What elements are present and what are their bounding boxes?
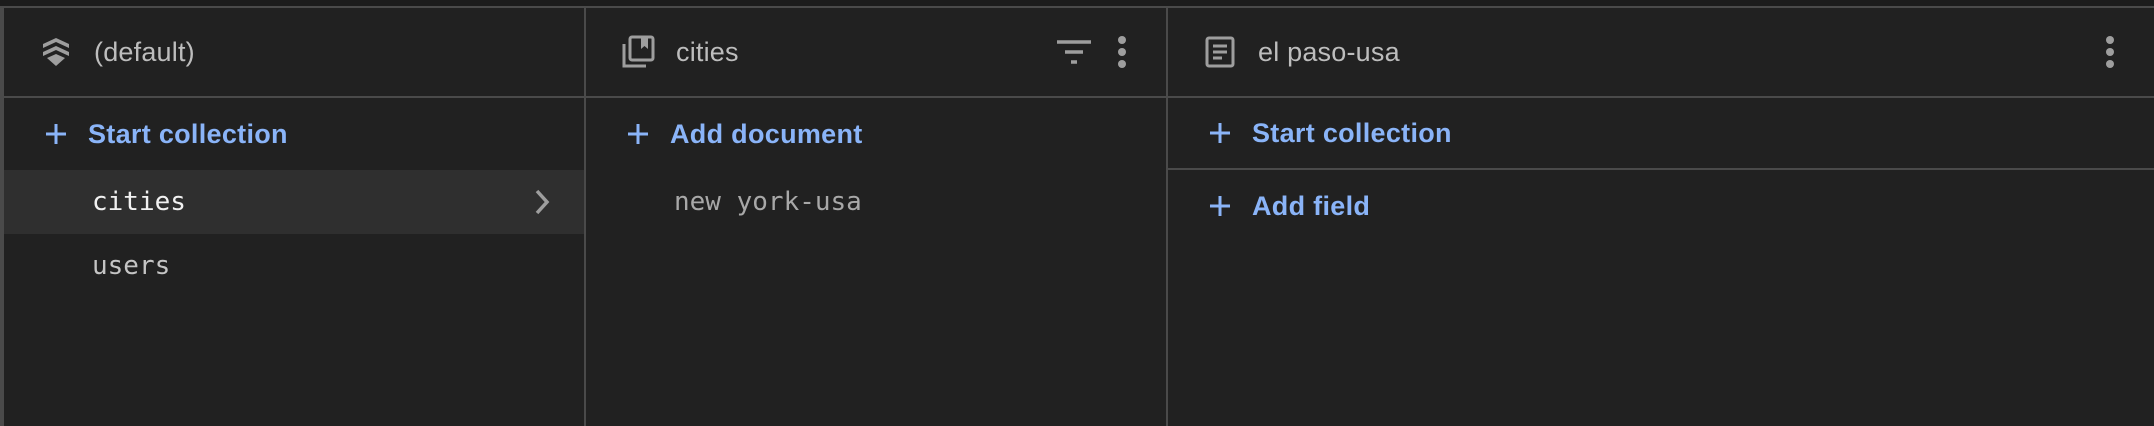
more-vert-icon[interactable] — [1098, 28, 1146, 76]
panel-title: cities — [676, 36, 739, 67]
document-label: new york-usa — [674, 187, 862, 217]
collection-item-cities[interactable]: cities — [4, 170, 584, 234]
chevron-right-icon — [530, 186, 554, 218]
start-collection-button[interactable]: Start collection — [4, 98, 584, 170]
add-document-label: Add document — [670, 118, 863, 149]
collection-header-actions — [1050, 8, 1146, 96]
collection-panel: cities Add document new york-usa — [584, 8, 1166, 426]
root-panel-header: (default) — [4, 8, 584, 98]
start-collection-label: Start collection — [1252, 117, 1452, 148]
collection-label: cities — [92, 187, 186, 217]
plus-icon — [42, 120, 70, 148]
firestore-stack-icon — [38, 34, 74, 70]
panel-title: el paso-usa — [1258, 36, 1400, 67]
top-divider — [0, 0, 2154, 8]
collection-label: users — [92, 251, 171, 281]
collection-panel-header: cities — [586, 8, 1166, 98]
collection-icon — [620, 34, 656, 70]
plus-icon — [1206, 119, 1234, 147]
start-collection-button[interactable]: Start collection — [1168, 98, 2154, 170]
document-panel-header: el paso-usa — [1168, 8, 2154, 98]
document-item-new-york-usa[interactable]: new york-usa — [586, 170, 1166, 234]
plus-icon — [624, 120, 652, 148]
document-header-actions — [2086, 8, 2134, 96]
panel-title: (default) — [94, 36, 195, 67]
plus-icon — [1206, 192, 1234, 220]
root-panel: (default) Start collection cities users — [0, 8, 584, 426]
document-icon — [1202, 34, 1238, 70]
document-panel: el paso-usa Start collection Add field — [1166, 8, 2154, 426]
add-document-button[interactable]: Add document — [586, 98, 1166, 170]
firestore-data-viewer: (default) Start collection cities users — [0, 8, 2154, 426]
filter-icon[interactable] — [1050, 28, 1098, 76]
add-field-label: Add field — [1252, 190, 1371, 221]
more-vert-icon[interactable] — [2086, 28, 2134, 76]
start-collection-label: Start collection — [88, 118, 288, 149]
collection-item-users[interactable]: users — [4, 234, 584, 298]
add-field-button[interactable]: Add field — [1168, 170, 2154, 242]
